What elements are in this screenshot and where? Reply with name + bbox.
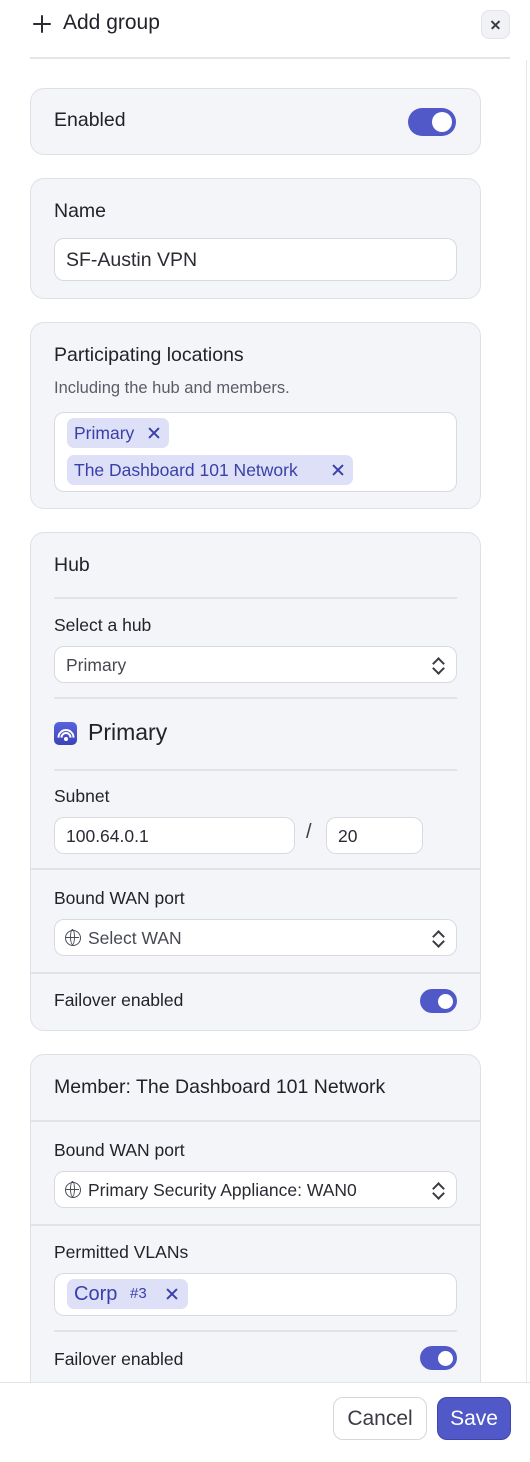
name-input[interactable]: SF-Austin VPN — [54, 238, 457, 281]
locations-multiselect[interactable]: Primary The Dashboard 101 Network — [54, 412, 457, 492]
subnet-mask-input[interactable]: 20 — [326, 817, 423, 854]
cancel-button[interactable]: Cancel — [333, 1397, 427, 1440]
hub-failover-toggle[interactable] — [420, 989, 457, 1013]
divider — [54, 597, 457, 599]
member-card: Member: The Dashboard 101 Network Bound … — [30, 1054, 481, 1394]
hub-select-value: Primary — [66, 655, 127, 675]
scrollbar[interactable] — [526, 60, 527, 1382]
name-input-value: SF-Austin VPN — [66, 249, 198, 271]
hub-wan-select[interactable]: Select WAN — [54, 919, 457, 956]
chevron-updown-icon — [432, 929, 444, 947]
divider — [54, 1330, 457, 1332]
name-card: Name SF-Austin VPN — [30, 178, 481, 299]
divider — [54, 769, 457, 771]
locations-help: Including the hub and members. — [54, 379, 290, 397]
vlan-chip-badge: #3 — [130, 1285, 147, 1302]
enabled-label: Enabled — [54, 109, 126, 131]
member-failover-label: Failover enabled — [54, 1349, 184, 1369]
member-wan-value: Primary Security Appliance: WAN0 — [88, 1180, 357, 1200]
enabled-card: Enabled — [30, 88, 481, 155]
remove-chip-icon[interactable] — [331, 463, 345, 477]
save-button[interactable]: Save — [437, 1397, 511, 1440]
member-title: Member: The Dashboard 101 Network — [54, 1076, 386, 1098]
name-label: Name — [54, 200, 107, 222]
select-hub-label: Select a hub — [54, 615, 152, 635]
hub-wan-label: Bound WAN port — [54, 888, 185, 908]
dialog-title: Add group — [63, 11, 160, 34]
subnet-ip-input[interactable]: 100.64.0.1 — [54, 817, 295, 854]
member-wan-select[interactable]: Primary Security Appliance: WAN0 — [54, 1171, 457, 1208]
divider — [31, 868, 480, 870]
close-button[interactable] — [481, 10, 510, 39]
chevron-updown-icon — [432, 1181, 444, 1199]
vlan-chip-corp: Corp #3 — [67, 1279, 188, 1309]
subnet-separator: / — [306, 821, 312, 843]
locations-label: Participating locations — [54, 344, 244, 366]
dialog-header: Add group — [30, 0, 510, 59]
divider — [54, 697, 457, 699]
member-failover-toggle[interactable] — [420, 1346, 457, 1370]
vlan-chip-label: Corp — [74, 1283, 118, 1305]
chevron-updown-icon — [432, 656, 444, 674]
globe-icon — [65, 929, 81, 946]
remove-chip-icon[interactable] — [147, 426, 161, 440]
divider — [31, 1224, 480, 1226]
plus-icon — [30, 12, 54, 36]
wifi-icon — [54, 722, 77, 745]
vlans-multiselect[interactable]: Corp #3 — [54, 1273, 457, 1316]
subnet-mask-value: 20 — [338, 826, 358, 846]
divider — [31, 1120, 480, 1122]
member-wan-label: Bound WAN port — [54, 1140, 185, 1160]
hub-wan-placeholder: Select WAN — [88, 928, 182, 948]
hub-site-name: Primary — [88, 719, 168, 745]
hub-card: Hub Select a hub Primary Primary Subnet … — [30, 532, 481, 1031]
enabled-toggle[interactable] — [408, 108, 456, 136]
vlans-label: Permitted VLANs — [54, 1242, 189, 1262]
hub-failover-label: Failover enabled — [54, 990, 184, 1010]
hub-select[interactable]: Primary — [54, 646, 457, 683]
subnet-label: Subnet — [54, 786, 110, 806]
location-chip-label: The Dashboard 101 Network — [74, 460, 298, 480]
location-chip-label: Primary — [74, 423, 135, 443]
remove-chip-icon[interactable] — [165, 1287, 179, 1301]
globe-icon — [65, 1181, 81, 1198]
location-chip-primary: Primary — [67, 418, 169, 448]
location-chip-network: The Dashboard 101 Network — [67, 455, 353, 485]
dialog-footer: Cancel Save — [0, 1382, 530, 1462]
subnet-ip-value: 100.64.0.1 — [66, 826, 149, 846]
divider — [31, 972, 480, 974]
locations-card: Participating locations Including the hu… — [30, 322, 481, 509]
hub-title: Hub — [54, 554, 90, 576]
